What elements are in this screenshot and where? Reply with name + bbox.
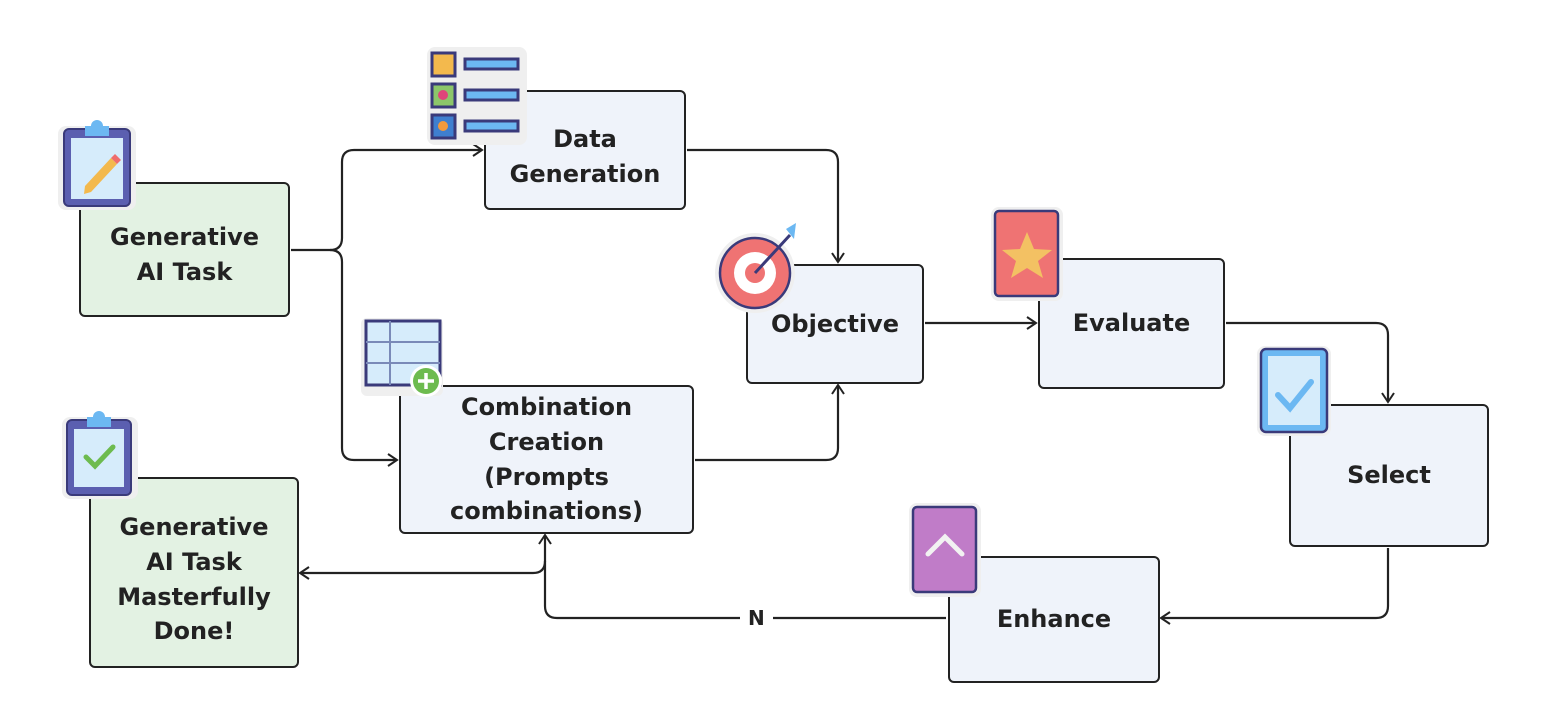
clipboard-pencil-icon <box>58 120 136 210</box>
target-icon <box>715 223 796 313</box>
image-list-icon <box>427 47 527 145</box>
node-evaluate[interactable]: Evaluate <box>1038 258 1225 389</box>
node-combination-creation[interactable]: Combination Creation (Prompts combinatio… <box>399 385 694 534</box>
edge-task-to-data <box>291 143 484 252</box>
table-add-icon <box>361 318 443 397</box>
edge-combination-to-objective <box>695 383 845 462</box>
clipboard-check-icon <box>62 411 138 499</box>
node-task-done[interactable]: Generative AI Task Masterfully Done! <box>89 477 299 668</box>
star-icon <box>991 207 1063 301</box>
edge-to-done <box>298 560 547 580</box>
edge-select-to-enhance <box>1159 548 1390 625</box>
edge-label-no: N <box>740 606 773 630</box>
chevron-up-icon <box>909 503 981 597</box>
checkbox-icon <box>1257 346 1331 436</box>
